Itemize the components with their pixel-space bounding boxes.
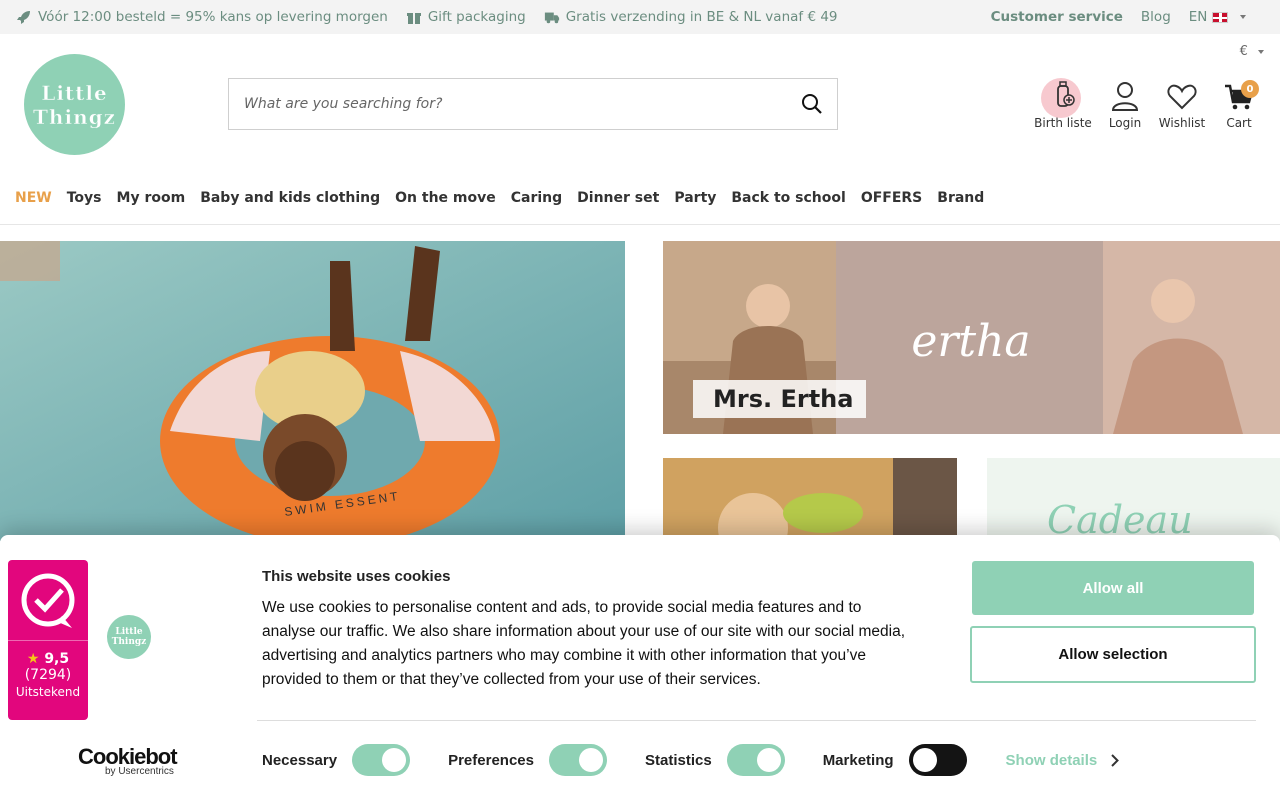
hero-banner[interactable]: SWIM ESSENT [0, 241, 625, 541]
chevron-down-icon [1240, 15, 1246, 19]
marketing-label: Marketing [822, 751, 894, 769]
ertha-logo-text: ertha [911, 316, 1030, 367]
logo-line1: Little [41, 80, 108, 105]
statistics-toggle-group: Statistics [645, 744, 785, 776]
wishlist-label: Wishlist [1158, 116, 1206, 130]
heart-icon [1167, 84, 1197, 110]
allow-selection-button[interactable]: Allow selection [970, 626, 1256, 683]
hero-image: SWIM ESSENT [0, 241, 625, 541]
mini-logo-line1: Little [115, 627, 143, 637]
nav-item-back-to-school[interactable]: Back to school [731, 190, 845, 206]
kiyoh-divider [8, 640, 88, 641]
main-nav: NEW Toys My room Baby and kids clothing … [15, 190, 999, 206]
nav-item-clothing[interactable]: Baby and kids clothing [200, 190, 380, 206]
baby-bottle-icon [1057, 81, 1075, 107]
search-bar[interactable]: What are you searching for? [228, 78, 838, 130]
ertha-label[interactable]: Mrs. Ertha [693, 380, 866, 418]
search-input[interactable]: What are you searching for? [244, 96, 801, 112]
marketing-toggle-group: Marketing [823, 744, 967, 776]
cookiebot-logo[interactable]: Cookiebot by Usercentrics [78, 744, 178, 777]
cart-count-badge: 0 [1241, 80, 1259, 98]
nav-item-offers[interactable]: OFFERS [861, 190, 922, 206]
necessary-toggle[interactable] [352, 744, 411, 776]
wishlist-button[interactable]: Wishlist [1156, 80, 1208, 130]
rocket-icon [17, 11, 30, 24]
language-selector[interactable]: EN [1189, 9, 1246, 25]
usp-gift-text: Gift packaging [427, 9, 526, 25]
chevron-right-icon [1111, 753, 1120, 767]
uk-flag-icon [1211, 11, 1228, 23]
preferences-toggle[interactable] [548, 744, 607, 776]
gift-icon [406, 13, 421, 24]
site-logo[interactable]: Little Thingz [24, 54, 125, 155]
login-label: Login [1108, 116, 1142, 130]
nav-item-dinner-set[interactable]: Dinner set [577, 190, 659, 206]
usp-delivery: Vóór 12:00 besteld = 95% kans op leverin… [16, 9, 388, 25]
search-icon[interactable] [801, 93, 823, 115]
show-details-link[interactable]: Show details [1006, 752, 1120, 769]
usp-gift: Gift packaging [406, 9, 526, 25]
usp-delivery-text: Vóór 12:00 besteld = 95% kans op leverin… [38, 9, 388, 25]
nav-item-caring[interactable]: Caring [511, 190, 562, 206]
customer-service-link[interactable]: Customer service [991, 9, 1123, 25]
nav-item-new[interactable]: NEW [15, 190, 52, 206]
chevron-down-icon [1258, 49, 1264, 54]
cart-label: Cart [1226, 116, 1252, 130]
cookie-toggles: Necessary Preferences Statistics Marketi… [262, 743, 1120, 777]
mini-logo-line2: Thingz [111, 637, 147, 647]
cart-button[interactable]: Cart [1208, 80, 1270, 130]
language-code: EN [1188, 9, 1208, 25]
kiyoh-review-widget[interactable]: ★ 9,5 (7294) Uitstekend [8, 560, 88, 720]
statistics-label: Statistics [644, 751, 712, 769]
top-usp-bar: Vóór 12:00 besteld = 95% kans op leverin… [0, 0, 1280, 34]
user-icon [1111, 82, 1139, 111]
cookie-site-logo: Little Thingz [107, 615, 151, 659]
usp-shipping: Gratis verzending in BE & NL vanaf € 49 [544, 9, 838, 25]
nav-item-toys[interactable]: Toys [67, 190, 102, 206]
currency-symbol: € [1239, 44, 1248, 59]
marketing-toggle[interactable] [908, 744, 967, 776]
nav-item-party[interactable]: Party [674, 190, 716, 206]
nav-item-brand[interactable]: Brand [937, 190, 984, 206]
nav-item-my-room[interactable]: My room [117, 190, 186, 206]
show-details-label: Show details [1005, 751, 1098, 769]
birth-list-label: Birth liste [1034, 116, 1092, 130]
kiyoh-rating-label: Uitstekend [15, 685, 81, 699]
cookie-title: This website uses cookies [262, 568, 451, 585]
nav-divider [0, 224, 1280, 225]
kiyoh-review-count: (7294) [24, 667, 72, 683]
cookie-divider [257, 720, 1256, 721]
currency-selector[interactable]: € [1240, 44, 1264, 59]
necessary-label: Necessary [262, 751, 338, 769]
necessary-toggle-group: Necessary [262, 744, 411, 776]
birth-list-button[interactable]: Birth liste [1032, 78, 1094, 130]
usp-shipping-text: Gratis verzending in BE & NL vanaf € 49 [565, 9, 838, 25]
kiyoh-logo-icon [21, 573, 75, 628]
allow-all-button[interactable]: Allow all [972, 561, 1254, 615]
logo-line2: Thingz [33, 104, 116, 129]
star-icon: ★ [26, 651, 40, 667]
header-icons: Birth liste Login Wishlist Cart 0 [1032, 78, 1270, 130]
blog-link[interactable]: Blog [1141, 9, 1171, 25]
cookiebot-byline: by Usercentrics [105, 766, 174, 777]
kiyoh-rating: ★ 9,5 [27, 651, 69, 667]
statistics-toggle[interactable] [726, 744, 785, 776]
kiyoh-rating-value: 9,5 [44, 651, 70, 667]
preferences-toggle-group: Preferences [448, 744, 607, 776]
cookie-description: We use cookies to personalise content an… [262, 599, 906, 688]
preferences-label: Preferences [448, 751, 534, 769]
truck-icon [544, 12, 559, 24]
login-button[interactable]: Login [1094, 80, 1156, 130]
nav-item-on-the-move[interactable]: On the move [395, 190, 496, 206]
